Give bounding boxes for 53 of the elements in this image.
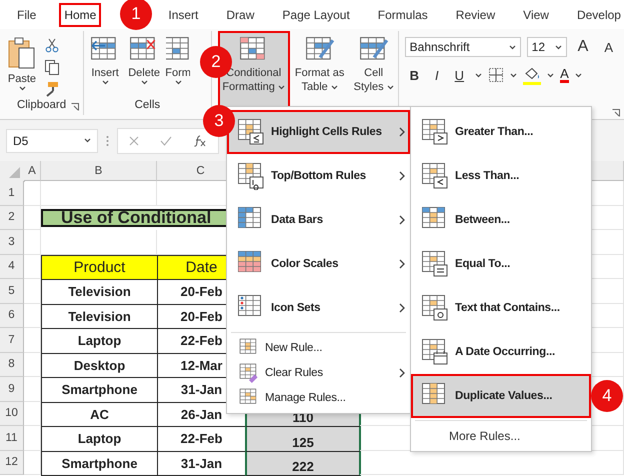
- ribbon-tab[interactable]: Page Layout: [277, 2, 355, 26]
- table-header: Product: [41, 254, 158, 280]
- row-header[interactable]: 7: [0, 328, 24, 352]
- menu-item[interactable]: Equal To...: [411, 242, 591, 286]
- menu-item[interactable]: Duplicate Values...: [411, 374, 591, 418]
- font-name-dropdown[interactable]: Bahnschrift: [404, 37, 521, 57]
- ribbon-tab[interactable]: Formulas: [372, 2, 433, 26]
- ribbon-tab[interactable]: Review: [450, 2, 500, 26]
- step-badge: 4: [591, 380, 623, 412]
- ribbon-tab[interactable]: Home: [59, 2, 102, 26]
- font-color-button[interactable]: A: [560, 68, 569, 82]
- ribbon-tab[interactable]: View: [518, 2, 554, 26]
- column-header[interactable]: A: [24, 161, 41, 181]
- row-header[interactable]: 10: [0, 402, 24, 426]
- ribbon-tab[interactable]: Insert: [163, 2, 204, 26]
- row-header[interactable]: 5: [0, 279, 24, 304]
- italic-button[interactable]: I: [430, 68, 444, 82]
- underline-button[interactable]: U: [450, 68, 470, 82]
- name-box[interactable]: D5: [6, 128, 98, 152]
- grow-font-button[interactable]: A: [572, 38, 594, 56]
- menu-item[interactable]: Between...: [411, 198, 591, 242]
- menu-item[interactable]: A Date Occurring...: [411, 330, 591, 374]
- menu-item[interactable]: More Rules...: [411, 423, 591, 448]
- row-header[interactable]: 11: [0, 426, 24, 450]
- ribbon-tab[interactable]: File: [12, 2, 42, 26]
- menu-item[interactable]: Text that Contains...: [411, 286, 591, 330]
- row-header[interactable]: 2: [0, 206, 24, 230]
- column-header[interactable]: B: [41, 161, 157, 181]
- ribbon-tab[interactable]: Draw: [221, 2, 260, 26]
- row-header[interactable]: 9: [0, 377, 24, 402]
- cells-button[interactable]: Form: [164, 31, 192, 99]
- cells-button[interactable]: Insert: [86, 31, 124, 99]
- group-label: Clipboard: [16, 99, 66, 111]
- bold-button[interactable]: B: [404, 68, 424, 82]
- ribbon-tab[interactable]: Develop: [572, 2, 624, 26]
- cells-button[interactable]: Delete: [125, 31, 164, 99]
- table-cell: 125: [245, 426, 361, 452]
- row-header[interactable]: 12: [0, 450, 24, 475]
- table-cell: 222: [245, 450, 361, 476]
- menu-item[interactable]: Highlight Cells Rules: [227, 110, 410, 154]
- group-label: Cells: [134, 99, 160, 111]
- table-cell: Smartphone: [41, 450, 158, 476]
- menu-item[interactable]: Greater Than...: [411, 110, 591, 154]
- shrink-font-button[interactable]: A: [599, 40, 618, 54]
- row-header[interactable]: 4: [0, 254, 24, 279]
- row-header[interactable]: 3: [0, 230, 24, 254]
- row-header[interactable]: 1: [0, 181, 24, 206]
- menu-item[interactable]: Less Than...: [411, 154, 591, 198]
- font-size-dropdown[interactable]: 12: [526, 37, 567, 57]
- row-header[interactable]: 6: [0, 304, 24, 328]
- row-header[interactable]: 8: [0, 352, 24, 377]
- paste-button[interactable]: Paste: [4, 31, 40, 99]
- step-badge: 1: [120, 0, 152, 30]
